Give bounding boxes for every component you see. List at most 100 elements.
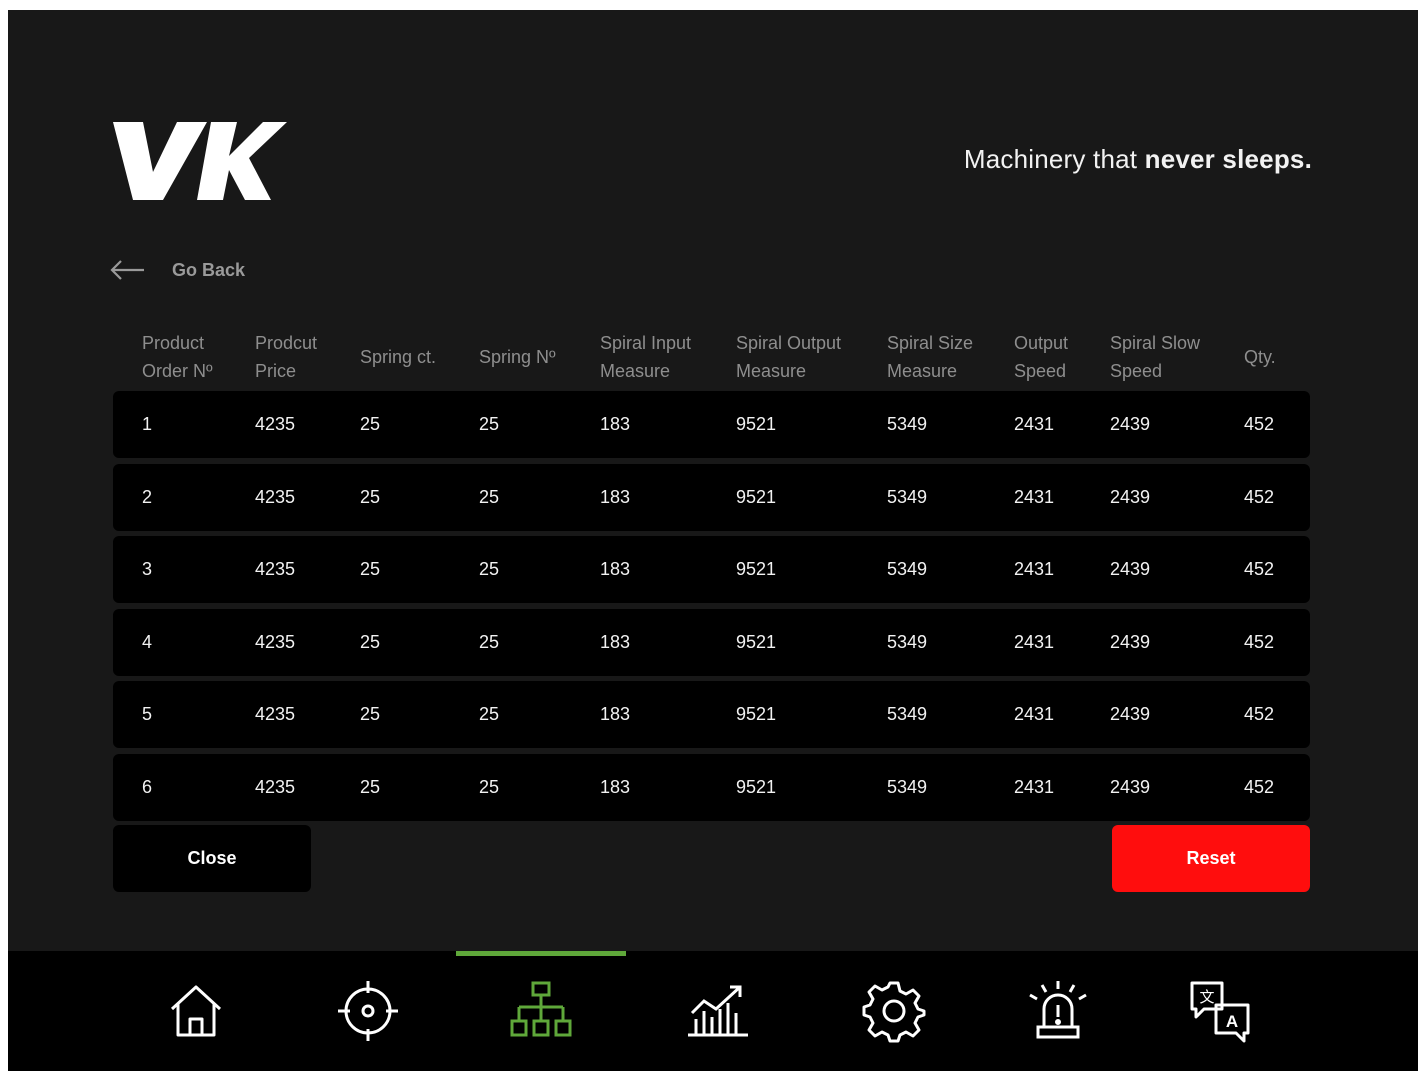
table-cell: 4235	[255, 776, 296, 797]
arrow-left-icon	[110, 260, 144, 280]
table-cell: 2439	[1110, 704, 1151, 724]
column-header: Spiral Slow Speed	[1110, 333, 1201, 381]
table-cell: 9521	[736, 776, 777, 797]
nav-item-analytics[interactable]	[658, 951, 778, 1071]
column-header: Spring ct.	[360, 347, 437, 367]
table-cell: 4235	[255, 414, 296, 434]
table-header: Product Order Nº Prodcut Price Spring ct. …	[113, 322, 1311, 392]
table-cell: 5349	[887, 704, 928, 724]
column-header: Product Order Nº	[142, 333, 213, 381]
tagline: Machinery that never sleeps.	[964, 144, 1312, 175]
table-cell: 2	[142, 486, 153, 507]
table-cell: 1	[142, 414, 153, 434]
table-body: 1 4235 25 25 183 9521 5349 2431 2439 452 2 4235 25 25…	[113, 391, 1310, 826]
table-row[interactable]: 6 4235 25 25 183 9521 5349 2431 2439 452	[113, 753, 1310, 821]
table-cell: 2431	[1014, 559, 1055, 579]
table-cell: 25	[360, 704, 381, 724]
table-cell: 4235	[255, 704, 296, 724]
table-cell: 2439	[1110, 776, 1151, 797]
table-cell: 9521	[736, 704, 777, 724]
table-cell: 25	[479, 631, 500, 652]
nav-item-alarm[interactable]	[998, 951, 1118, 1071]
table-cell: 452	[1244, 486, 1275, 507]
table-row[interactable]: 5 4235 25 25 183 9521 5349 2431 2439 452	[113, 681, 1310, 748]
nav-item-hierarchy[interactable]	[481, 951, 601, 1071]
app-window: Machinery that never sleeps. Go Back Pro…	[8, 10, 1418, 1071]
reset-button[interactable]: Reset	[1112, 825, 1310, 892]
table-cell: 25	[479, 559, 500, 579]
table-cell: 25	[360, 486, 381, 507]
table-cell: 2439	[1110, 486, 1151, 507]
table-cell: 2439	[1110, 559, 1151, 579]
column-header: Output Speed	[1014, 333, 1069, 381]
table-cell: 2439	[1110, 414, 1151, 434]
table-cell: 5349	[887, 631, 928, 652]
table-cell: 4235	[255, 559, 296, 579]
table-cell: 25	[360, 414, 381, 434]
table-cell: 452	[1244, 559, 1275, 579]
table-cell: 452	[1244, 631, 1275, 652]
table-cell: 452	[1244, 414, 1275, 434]
nav-item-target[interactable]	[308, 951, 428, 1071]
table-cell: 25	[360, 559, 381, 579]
table-cell: 183	[600, 631, 631, 652]
table-cell: 25	[479, 704, 500, 724]
column-header: Prodcut Price	[255, 333, 318, 381]
table-row[interactable]: 1 4235 25 25 183 9521 5349 2431 2439 452	[113, 391, 1310, 458]
tagline-bold: never sleeps.	[1144, 144, 1312, 174]
table-cell: 25	[360, 776, 381, 797]
table-cell: 25	[479, 776, 500, 797]
nav-item-settings[interactable]	[834, 951, 954, 1071]
alarm-siren-icon	[1029, 981, 1087, 1039]
table-cell: 9521	[736, 414, 777, 434]
nav-item-home[interactable]	[136, 951, 256, 1071]
column-header: Qty.	[1244, 347, 1276, 367]
table-cell: 5	[142, 704, 153, 724]
svg-text:文: 文	[1199, 988, 1214, 1006]
table-cell: 25	[479, 414, 500, 434]
analytics-chart-icon	[688, 985, 748, 1037]
table-cell: 183	[600, 559, 631, 579]
table-cell: 2431	[1014, 776, 1055, 797]
table-cell: 9521	[736, 631, 777, 652]
svg-text:A: A	[1226, 1012, 1238, 1031]
close-button[interactable]: Close	[113, 825, 311, 892]
table-cell: 5349	[887, 486, 928, 507]
table-cell: 5349	[887, 559, 928, 579]
nav-item-language[interactable]: 文 A	[1160, 951, 1280, 1071]
table-cell: 183	[600, 776, 631, 797]
table-cell: 3	[142, 559, 153, 579]
table-cell: 2431	[1014, 486, 1055, 507]
go-back-label: Go Back	[172, 259, 246, 280]
table-cell: 2431	[1014, 414, 1055, 434]
table-cell: 2431	[1014, 631, 1055, 652]
table-cell: 2431	[1014, 704, 1055, 724]
tagline-regular: Machinery that	[963, 144, 1145, 174]
table-row[interactable]: 2 4235 25 25 183 9521 5349 2431 2439 452	[113, 463, 1310, 531]
column-header: Spiral Size Measure	[887, 333, 974, 381]
table-cell: 25	[360, 631, 381, 652]
table-cell: 452	[1244, 776, 1275, 797]
table-cell: 183	[600, 704, 631, 724]
column-header: Spring Nº	[479, 347, 556, 367]
table-cell: 183	[600, 414, 631, 434]
home-icon	[170, 985, 222, 1037]
table-cell: 4235	[255, 631, 296, 652]
table-row[interactable]: 3 4235 25 25 183 9521 5349 2431 2439 452	[113, 536, 1310, 603]
table-cell: 5349	[887, 776, 928, 797]
table-cell: 452	[1244, 704, 1275, 724]
column-header: Spiral Output Measure	[736, 333, 842, 381]
table-cell: 183	[600, 486, 631, 507]
table-cell: 5349	[887, 414, 928, 434]
go-back-link[interactable]: Go Back	[110, 258, 245, 282]
hierarchy-icon	[510, 981, 572, 1037]
table-cell: 9521	[736, 486, 777, 507]
bottom-nav: 文 A	[8, 951, 1418, 1071]
table-row[interactable]: 4 4235 25 25 183 9521 5349 2431 2439 452	[113, 608, 1310, 676]
table-cell: 6	[142, 776, 153, 797]
target-icon	[338, 981, 398, 1041]
table-cell: 4235	[255, 486, 296, 507]
column-header: Spiral Input Measure	[600, 333, 692, 381]
vk-logo	[113, 122, 287, 200]
table-cell: 9521	[736, 559, 777, 579]
